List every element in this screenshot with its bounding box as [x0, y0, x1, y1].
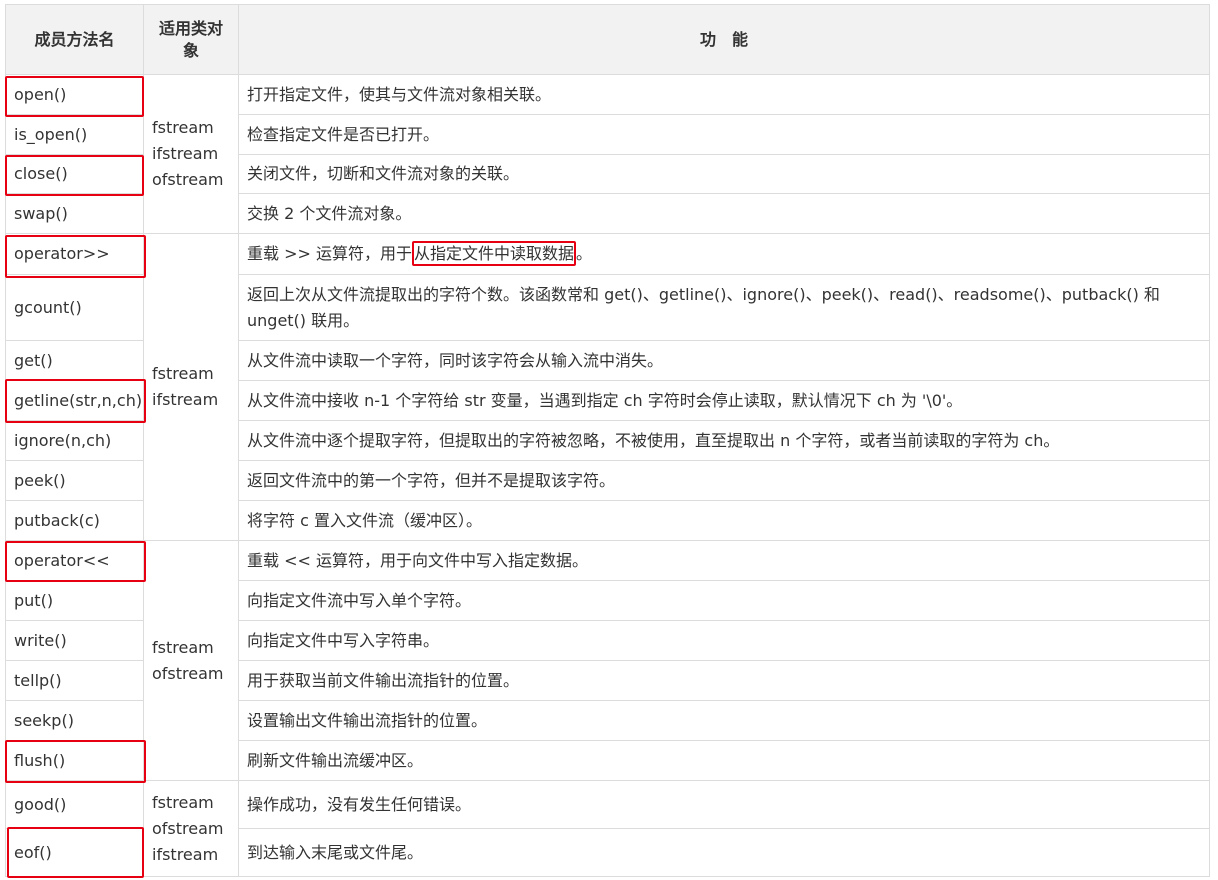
method-close: close()	[5, 154, 144, 194]
method-put: put()	[5, 580, 144, 621]
method-get: get()	[5, 340, 144, 381]
class-list: fstream ofstream ifstream	[152, 792, 224, 864]
class-list: fstream ifstream ofstream	[152, 118, 224, 189]
desc-gcount: 返回上次从文件流提取出的字符个数。该函数常和 get()、getline()、i…	[238, 274, 1210, 341]
header-applies: 适用类对象	[143, 4, 239, 75]
desc-pre: 重载 >> 运算符，用于	[247, 244, 412, 263]
desc-put: 向指定文件流中写入单个字符。	[238, 580, 1210, 621]
table-row: open() fstream ifstream ofstream 打开指定文件，…	[5, 74, 1210, 234]
highlighted-phrase: 从指定文件中读取数据	[412, 241, 577, 266]
desc-get: 从文件流中读取一个字符，同时该字符会从输入流中消失。	[238, 340, 1210, 381]
desc-getline: 从文件流中接收 n-1 个字符给 str 变量，当遇到指定 ch 字符时会停止读…	[238, 380, 1210, 421]
method-operator-insert: operator<<	[5, 540, 144, 581]
desc-flush: 刷新文件输出流缓冲区。	[238, 740, 1210, 781]
method-putback: putback(c)	[5, 500, 144, 541]
desc-operator-extract: 重载 >> 运算符，用于 从指定文件中读取数据。	[238, 233, 1210, 275]
desc-operator-insert: 重载 << 运算符，用于向文件中写入指定数据。	[238, 540, 1210, 581]
desc-post: 。	[576, 244, 593, 263]
desc-good: 操作成功，没有发生任何错误。	[238, 780, 1210, 829]
class-list: fstream ofstream	[152, 637, 224, 683]
header-function: 功 能	[238, 4, 1210, 75]
desc-open: 打开指定文件，使其与文件流对象相关联。	[238, 74, 1210, 115]
method-write: write()	[5, 620, 144, 661]
method-eof: eof()	[5, 828, 144, 877]
method-swap: swap()	[5, 193, 144, 234]
class-group-4: fstream ofstream ifstream	[143, 780, 239, 877]
desc-tellp: 用于获取当前文件输出流指针的位置。	[238, 660, 1210, 701]
table-row: operator>> fstream ifstream 重载 >> 运算符，用于…	[5, 233, 1210, 541]
table-row: operator<< fstream ofstream 重载 << 运算符，用于…	[5, 540, 1210, 781]
desc-ignore: 从文件流中逐个提取字符，但提取出的字符被忽略，不被使用，直至提取出 n 个字符，…	[238, 420, 1210, 461]
desc-close: 关闭文件，切断和文件流对象的关联。	[238, 154, 1210, 194]
desc-peek: 返回文件流中的第一个字符，但并不是提取该字符。	[238, 460, 1210, 501]
desc-eof: 到达输入末尾或文件尾。	[238, 828, 1210, 877]
method-good: good()	[5, 780, 144, 829]
method-flush: flush()	[5, 740, 144, 781]
desc-is-open: 检查指定文件是否已打开。	[238, 114, 1210, 155]
method-seekp: seekp()	[5, 700, 144, 741]
table-row: good() fstream ofstream ifstream 操作成功，没有…	[5, 780, 1210, 877]
method-operator-extract: operator>>	[5, 233, 144, 275]
class-list: fstream ifstream	[152, 364, 219, 409]
method-open: open()	[5, 74, 144, 115]
method-is-open: is_open()	[5, 114, 144, 155]
desc-seekp: 设置输出文件输出流指针的位置。	[238, 700, 1210, 741]
method-tellp: tellp()	[5, 660, 144, 701]
method-gcount: gcount()	[5, 274, 144, 341]
method-getline: getline(str,n,ch)	[5, 380, 144, 421]
class-group-2: fstream ifstream	[143, 233, 239, 541]
member-function-table: 成员方法名 适用类对象 功 能 open() fstream ifstream …	[5, 4, 1210, 877]
class-group-3: fstream ofstream	[143, 540, 239, 781]
desc-putback: 将字符 c 置入文件流（缓冲区）。	[238, 500, 1210, 541]
desc-write: 向指定文件中写入字符串。	[238, 620, 1210, 661]
desc-swap: 交换 2 个文件流对象。	[238, 193, 1210, 234]
method-ignore: ignore(n,ch)	[5, 420, 144, 461]
class-group-1: fstream ifstream ofstream	[143, 74, 239, 234]
method-peek: peek()	[5, 460, 144, 501]
header-method: 成员方法名	[5, 4, 144, 75]
table-header-row: 成员方法名 适用类对象 功 能	[5, 4, 1210, 75]
